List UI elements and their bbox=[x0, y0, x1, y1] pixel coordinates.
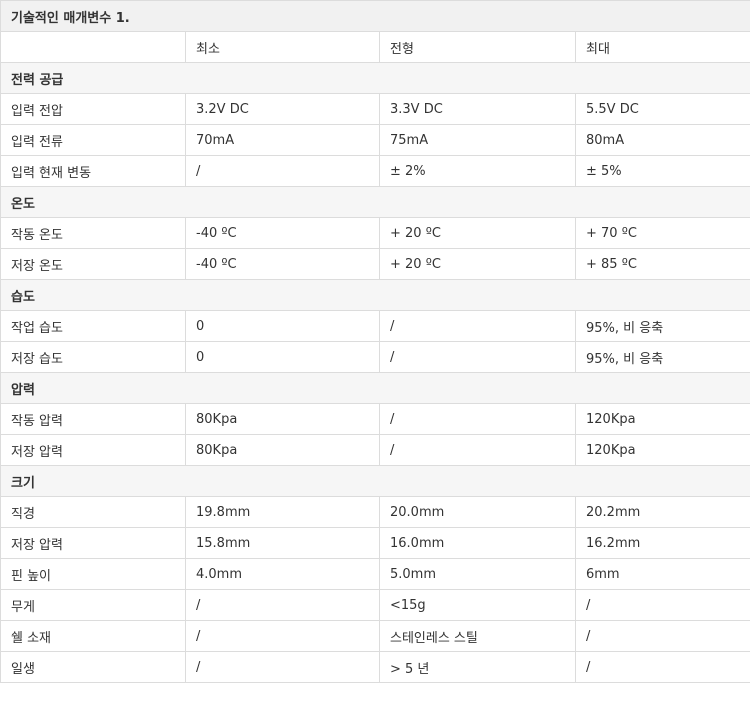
header-cell-typical: 전형 bbox=[379, 31, 576, 63]
cell-min: 15.8mm bbox=[185, 527, 380, 559]
cell-max: ± 5% bbox=[574, 155, 750, 187]
cell-param: 일생 bbox=[0, 651, 186, 683]
cell-min: / bbox=[185, 651, 380, 683]
cell-max: + 70 ºC bbox=[574, 217, 750, 249]
cell-param: 작동 온도 bbox=[0, 217, 186, 249]
table-row: 저장 온도 -40 ºC + 20 ºC + 85 ºC bbox=[0, 248, 750, 280]
cell-max: 5.5V DC bbox=[574, 93, 750, 125]
cell-typical: / bbox=[379, 341, 576, 373]
table-row: 입력 현재 변동 / ± 2% ± 5% bbox=[0, 155, 750, 187]
section-title: 온도 bbox=[0, 186, 750, 218]
cell-min: / bbox=[185, 589, 380, 621]
cell-min: 0 bbox=[185, 341, 380, 373]
section-title: 크기 bbox=[0, 465, 750, 497]
table-row: 입력 전압 3.2V DC 3.3V DC 5.5V DC bbox=[0, 93, 750, 125]
cell-min: / bbox=[185, 155, 380, 187]
section-row: 습도 bbox=[0, 279, 750, 311]
cell-typical: 75mA bbox=[379, 124, 576, 156]
cell-typical: > 5 년 bbox=[379, 651, 576, 683]
spec-table-body: 기술적인 매개변수 1. 최소 전형 최대 전력 공급 입력 전압 3.2V DC 3… bbox=[0, 0, 750, 683]
cell-min: 80Kpa bbox=[185, 434, 380, 466]
cell-min: -40 ºC bbox=[185, 248, 380, 280]
table-row: 작동 온도 -40 ºC + 20 ºC + 70 ºC bbox=[0, 217, 750, 249]
cell-typical: / bbox=[379, 403, 576, 435]
spec-table: 기술적인 매개변수 1. 최소 전형 최대 전력 공급 입력 전압 3.2V DC 3… bbox=[0, 0, 750, 683]
cell-param: 무게 bbox=[0, 589, 186, 621]
cell-max: 95%, 비 응축 bbox=[574, 310, 750, 342]
cell-param: 입력 현재 변동 bbox=[0, 155, 186, 187]
table-row: 저장 습도 0/95%, 비 응축 bbox=[0, 341, 750, 373]
table-row: 작동 압력 80Kpa/120Kpa bbox=[0, 403, 750, 435]
cell-typical: + 20 ºC bbox=[379, 217, 576, 249]
table-row: 작업 습도 0/95%, 비 응축 bbox=[0, 310, 750, 342]
cell-max: 20.2mm bbox=[574, 496, 750, 528]
table-row: 핀 높이 4.0mm 5.0mm 6mm bbox=[0, 558, 750, 590]
header-cell-max: 최대 bbox=[574, 31, 750, 63]
cell-typical: + 20 ºC bbox=[379, 248, 576, 280]
cell-param: 저장 습도 bbox=[0, 341, 186, 373]
cell-typical: 스테인레스 스틸 bbox=[379, 620, 576, 652]
cell-min: 70mA bbox=[185, 124, 380, 156]
section-row: 압력 bbox=[0, 372, 750, 404]
cell-typical: 3.3V DC bbox=[379, 93, 576, 125]
cell-max: 16.2mm bbox=[574, 527, 750, 559]
cell-max: 6mm bbox=[574, 558, 750, 590]
table-row: 저장 압력 15.8mm 16.0mm 16.2mm bbox=[0, 527, 750, 559]
cell-min: 80Kpa bbox=[185, 403, 380, 435]
cell-param: 작업 습도 bbox=[0, 310, 186, 342]
caption-row: 기술적인 매개변수 1. bbox=[0, 0, 750, 32]
cell-typical: / bbox=[379, 310, 576, 342]
cell-typical: 16.0mm bbox=[379, 527, 576, 559]
cell-param: 입력 전류 bbox=[0, 124, 186, 156]
section-row: 크기 bbox=[0, 465, 750, 497]
table-row: 무게 / <15g / bbox=[0, 589, 750, 621]
cell-typical: ± 2% bbox=[379, 155, 576, 187]
section-row: 온도 bbox=[0, 186, 750, 218]
cell-max: / bbox=[574, 620, 750, 652]
cell-param: 핀 높이 bbox=[0, 558, 186, 590]
cell-min: 19.8mm bbox=[185, 496, 380, 528]
table-caption: 기술적인 매개변수 1. bbox=[0, 0, 750, 32]
header-row: 최소 전형 최대 bbox=[0, 31, 750, 63]
cell-param: 저장 온도 bbox=[0, 248, 186, 280]
cell-typical: <15g bbox=[379, 589, 576, 621]
cell-param: 저장 압력 bbox=[0, 434, 186, 466]
section-title: 압력 bbox=[0, 372, 750, 404]
cell-max: 95%, 비 응축 bbox=[574, 341, 750, 373]
cell-param: 직경 bbox=[0, 496, 186, 528]
table-row: 일생 / > 5 년 / bbox=[0, 651, 750, 683]
cell-param: 쉘 소재 bbox=[0, 620, 186, 652]
table-row: 입력 전류 70mA 75mA 80mA bbox=[0, 124, 750, 156]
cell-param: 저장 압력 bbox=[0, 527, 186, 559]
cell-param: 작동 압력 bbox=[0, 403, 186, 435]
cell-max: 120Kpa bbox=[574, 403, 750, 435]
header-cell-min: 최소 bbox=[185, 31, 380, 63]
section-title: 습도 bbox=[0, 279, 750, 311]
cell-max: / bbox=[574, 651, 750, 683]
section-row: 전력 공급 bbox=[0, 62, 750, 94]
cell-max: / bbox=[574, 589, 750, 621]
cell-min: 0 bbox=[185, 310, 380, 342]
cell-max: 80mA bbox=[574, 124, 750, 156]
cell-min: / bbox=[185, 620, 380, 652]
section-title: 전력 공급 bbox=[0, 62, 750, 94]
table-row: 쉘 소재 / 스테인레스 스틸 / bbox=[0, 620, 750, 652]
cell-min: 4.0mm bbox=[185, 558, 380, 590]
cell-max: + 85 ºC bbox=[574, 248, 750, 280]
table-row: 직경 19.8mm 20.0mm 20.2mm bbox=[0, 496, 750, 528]
cell-param: 입력 전압 bbox=[0, 93, 186, 125]
cell-typical: / bbox=[379, 434, 576, 466]
cell-min: -40 ºC bbox=[185, 217, 380, 249]
table-row: 저장 압력 80Kpa/120Kpa bbox=[0, 434, 750, 466]
header-cell-label bbox=[0, 31, 186, 63]
cell-typical: 20.0mm bbox=[379, 496, 576, 528]
cell-min: 3.2V DC bbox=[185, 93, 380, 125]
cell-typical: 5.0mm bbox=[379, 558, 576, 590]
cell-max: 120Kpa bbox=[574, 434, 750, 466]
